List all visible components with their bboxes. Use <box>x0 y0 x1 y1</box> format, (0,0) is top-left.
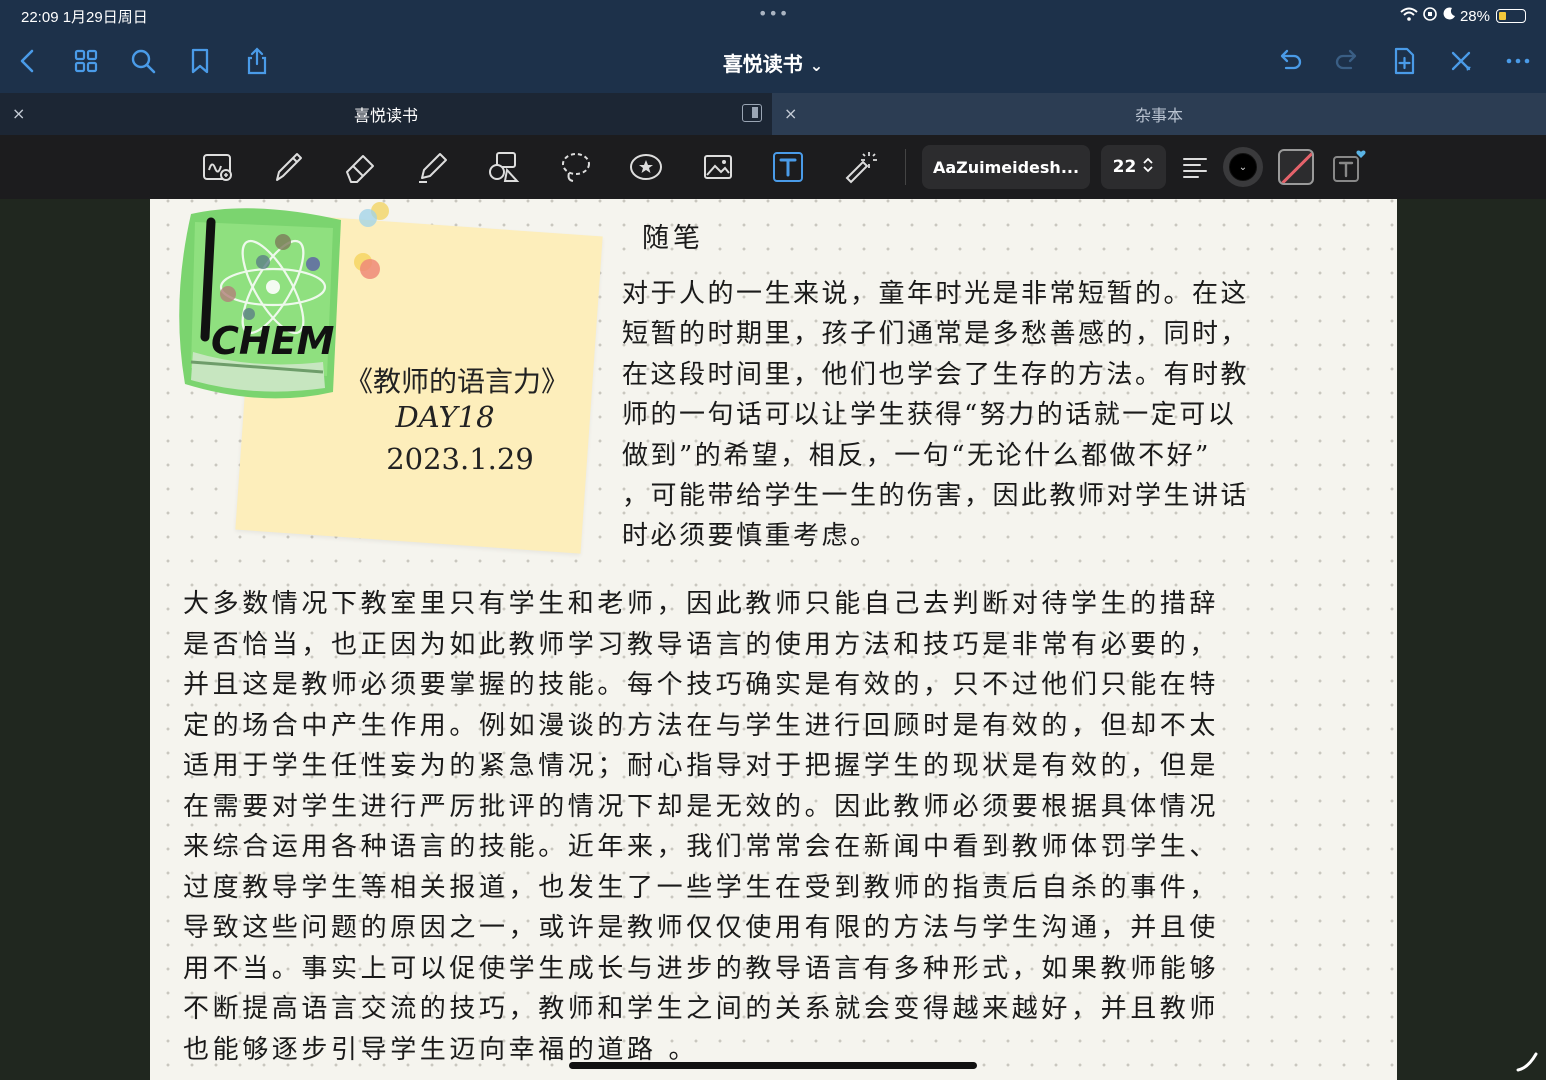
book-label: CHEM <box>211 319 335 363</box>
highlighter-tool-icon[interactable] <box>412 147 452 187</box>
text-align-icon[interactable] <box>1175 147 1215 187</box>
text-line: 对于人的一生来说，童年时光是非常短暂的。在这 <box>622 279 1250 309</box>
text-line: 短暂的时期里，孩子们通常是多愁善感的，同时， <box>622 319 1250 350</box>
text-line: 时必须要慎重考虑。 <box>622 521 879 552</box>
pencil-scribble-icon[interactable] <box>1514 1048 1540 1074</box>
image-tool-icon[interactable] <box>698 147 738 187</box>
text-line: ，可能带给学生一生的伤害，因此教师对学生讲话 <box>622 481 1250 512</box>
text-line: 用不当。事实上可以促使学生成长与进步的教导语言有多种形式，如果教师能够 <box>183 953 1220 984</box>
day-text: DAY18 <box>395 400 495 434</box>
moon-icon <box>1442 7 1456 25</box>
shapes-tool-icon[interactable] <box>484 147 524 187</box>
tab-reading[interactable]: × 喜悦读书 <box>0 93 772 135</box>
text-line: 定的场合中产生作用。例如漫谈的方法在与学生进行回顾时是有效的，但却不太 <box>183 710 1220 741</box>
text-line: 不断提高语言交流的技巧，教师和学生之间的关系就会变得越来越好，并且教师 <box>183 994 1220 1024</box>
close-editing-icon[interactable] <box>1444 44 1478 78</box>
font-family-picker[interactable]: AaZuimeidesh... <box>922 145 1090 189</box>
text-style-icon[interactable] <box>1328 147 1368 187</box>
bookmark-icon[interactable] <box>183 44 217 78</box>
text-line: 在这段时间里，他们也学会了生存的方法。有时教 <box>622 359 1250 390</box>
undo-icon[interactable] <box>1273 44 1307 78</box>
close-tab-icon[interactable]: × <box>12 104 25 123</box>
eraser-tool-icon[interactable] <box>340 147 380 187</box>
book-title-text: 《教师的语言力》 <box>344 365 569 398</box>
wifi-icon <box>1400 7 1418 25</box>
text-line: 并且这是教师必须要掌握的技能。每个技巧确实是有效的，只不过他们只能在特 <box>183 670 1220 700</box>
text-line: 做到”的希望，相反，一句“无论什么都做不好” <box>622 440 1211 471</box>
home-indicator[interactable] <box>569 1062 977 1069</box>
search-icon[interactable] <box>126 44 160 78</box>
laser-pointer-tool-icon[interactable] <box>840 147 880 187</box>
text-line: 是否恰当，也正因为如此教师学习教导语言的使用方法和技巧是非常有必要的， <box>183 629 1220 660</box>
status-right: 28% <box>1400 6 1526 26</box>
title-chevron-icon[interactable]: ⌄ <box>810 56 823 75</box>
font-size-stepper[interactable]: 22 <box>1101 145 1166 189</box>
toolbar-divider <box>905 149 906 185</box>
chevron-down-icon: ⌄ <box>1229 153 1257 181</box>
zoom-window-tool-icon[interactable] <box>198 147 238 187</box>
lasso-tool-icon[interactable] <box>556 147 596 187</box>
text-line: 在需要对学生进行严厉批评的情况下却是无效的。因此教师必须要根据具体情况 <box>183 791 1220 822</box>
text-line: 大多数情况下教室里只有学生和老师，因此教师只能自己去判断对待学生的措辞 <box>183 589 1220 619</box>
tab-label: 杂事本 <box>1134 106 1183 125</box>
share-icon[interactable] <box>240 44 274 78</box>
back-icon[interactable] <box>11 44 45 78</box>
date-text: 2023.1.29 <box>386 442 534 476</box>
split-view-icon[interactable] <box>742 104 762 122</box>
essay-title: 随笔 <box>642 223 704 254</box>
add-page-icon[interactable] <box>1387 44 1421 78</box>
document-title[interactable]: 喜悦读书 <box>723 52 803 76</box>
text-line: 师的一句话可以让学生获得“努力的话就一定可以 <box>622 400 1237 431</box>
stepper-chevrons-icon[interactable] <box>1142 156 1154 179</box>
fill-color-button[interactable] <box>1278 149 1314 185</box>
battery-icon <box>1496 9 1526 23</box>
decorative-dots <box>354 202 389 279</box>
tool-bar: AaZuimeidesh... 22 ⌄ <box>0 135 1546 199</box>
pen-tool-icon[interactable] <box>268 147 308 187</box>
orientation-lock-icon <box>1422 6 1438 26</box>
font-size-value: 22 <box>1112 157 1137 177</box>
close-tab-icon[interactable]: × <box>784 104 797 123</box>
grid-icon[interactable] <box>69 44 103 78</box>
text-line: 适用于学生任性妄为的紧急情况；耐心指导对于把握学生的现状是有效的，但是 <box>183 751 1220 781</box>
more-icon[interactable] <box>1501 44 1535 78</box>
tab-misc-notebook[interactable]: × 杂事本 <box>772 93 1546 135</box>
text-line: 过度教导学生等相关报道，也发生了一些学生在受到教师的指责后自杀的事件， <box>183 872 1220 903</box>
tab-bar: × 喜悦读书 × 杂事本 <box>0 93 1546 135</box>
top-bar: 22:09 1月29日周日 ••• 28% 喜悦读书 ⌄ <box>0 0 1546 93</box>
multitasking-dots[interactable]: ••• <box>758 4 789 23</box>
text-color-button[interactable]: ⌄ <box>1223 147 1263 187</box>
tab-label: 喜悦读书 <box>353 106 418 125</box>
redo-icon[interactable] <box>1330 44 1364 78</box>
sticker-tool-icon[interactable] <box>626 147 666 187</box>
status-time-date: 22:09 1月29日周日 <box>21 9 148 26</box>
essay-paragraph-2[interactable]: 大多数情况下教室里只有学生和老师，因此教师只能自己去判断对待学生的措辞 是否恰当… <box>183 584 1219 1070</box>
text-tool-icon[interactable] <box>768 147 808 187</box>
battery-percent: 28% <box>1459 7 1490 25</box>
essay-paragraph-1[interactable]: 对于人的一生来说，童年时光是非常短暂的。在这 短暂的时期里，孩子们通常是多愁善感… <box>622 274 1249 557</box>
text-line: 导致这些问题的原因之一，或许是教师仅仅使用有限的方法与学生沟通，并且使 <box>183 913 1220 943</box>
text-line: 来综合运用各种语言的技能。近年来，我们常常会在新闻中看到教师体罚学生、 <box>183 832 1220 862</box>
